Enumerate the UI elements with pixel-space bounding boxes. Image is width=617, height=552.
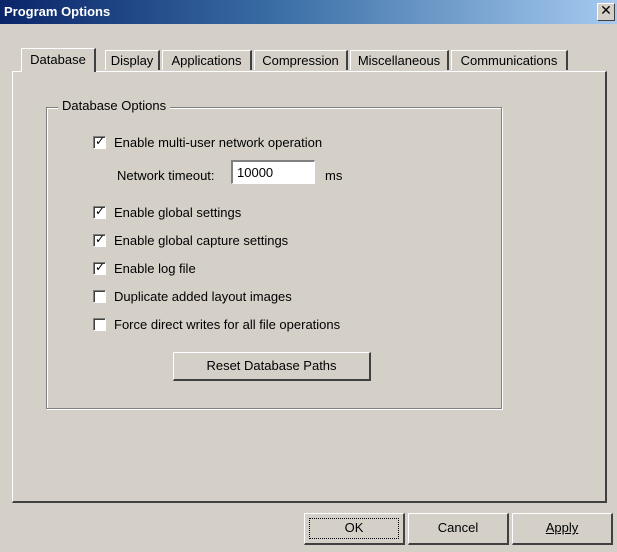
tab-applications[interactable]: Applications <box>162 50 252 70</box>
checkbox-box[interactable] <box>93 317 106 331</box>
apply-label: Apply <box>545 520 579 535</box>
apply-button[interactable]: Apply <box>512 513 613 545</box>
title-bar: Program Options ✕ <box>0 0 617 24</box>
checkbox-log-file[interactable]: Enable log file <box>93 259 196 277</box>
checkbox-box[interactable] <box>93 134 106 149</box>
checkbox-direct-writes[interactable]: Force direct writes for all file operati… <box>93 315 340 333</box>
tab-miscellaneous[interactable]: Miscellaneous <box>350 50 449 70</box>
tab-display[interactable]: Display <box>105 50 160 70</box>
checkbox-multiuser[interactable]: Enable multi-user network operation <box>93 133 322 151</box>
checkbox-box[interactable] <box>93 204 106 219</box>
checkbox-label: Enable multi-user network operation <box>114 134 323 150</box>
checkbox-label: Enable global capture settings <box>114 232 289 248</box>
network-timeout-unit: ms <box>325 168 343 183</box>
checkbox-duplicate-images[interactable]: Duplicate added layout images <box>93 287 292 305</box>
checkbox-label: Enable global settings <box>114 204 242 220</box>
window-title: Program Options <box>4 4 111 19</box>
ok-button[interactable]: OK <box>304 513 405 545</box>
checkbox-global-settings[interactable]: Enable global settings <box>93 203 241 221</box>
checkbox-box[interactable] <box>93 232 106 247</box>
cancel-button[interactable]: Cancel <box>408 513 509 545</box>
checkbox-box[interactable] <box>93 260 106 275</box>
group-label: Database Options <box>58 98 171 113</box>
tab-communications[interactable]: Communications <box>451 50 568 70</box>
network-timeout-label: Network timeout: <box>117 168 215 183</box>
checkbox-label: Enable log file <box>114 260 196 276</box>
checkbox-label: Duplicate added layout images <box>114 288 292 304</box>
tab-compression[interactable]: Compression <box>254 50 348 70</box>
checkbox-global-capture[interactable]: Enable global capture settings <box>93 231 288 249</box>
close-icon[interactable]: ✕ <box>597 3 615 21</box>
checkbox-label: Force direct writes for all file operati… <box>114 316 341 332</box>
tab-database[interactable]: Database <box>21 48 96 72</box>
checkbox-box[interactable] <box>93 289 106 303</box>
network-timeout-input[interactable] <box>231 160 315 184</box>
reset-database-paths-button[interactable]: Reset Database Paths <box>173 352 371 381</box>
